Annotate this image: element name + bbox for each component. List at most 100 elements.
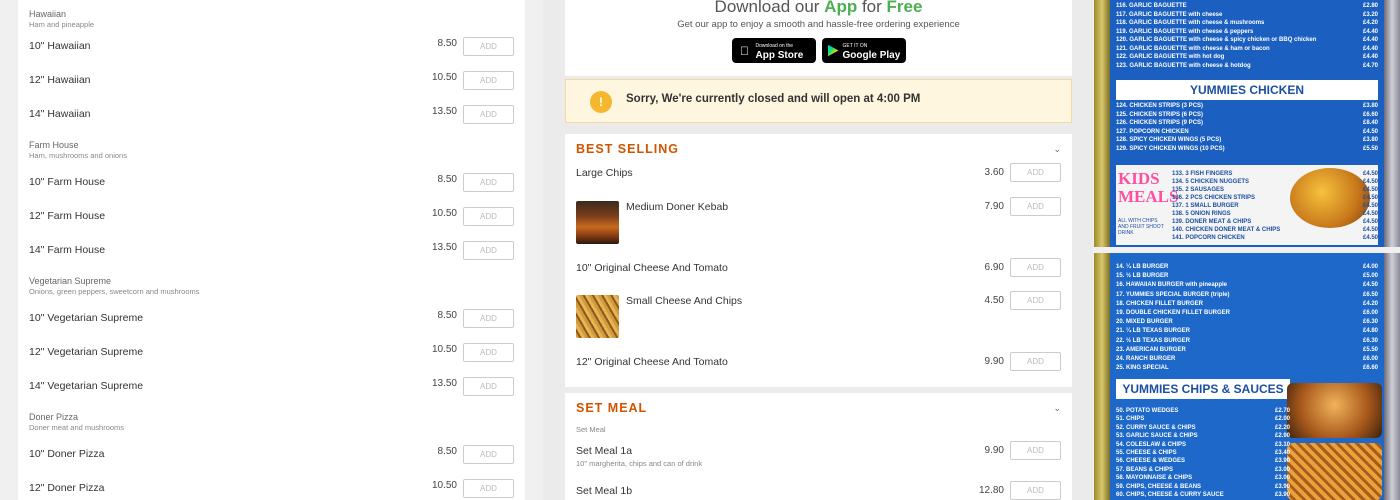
- menu-board-line-price: £2.20: [1274, 424, 1290, 431]
- menu-board-line: 53. GARLIC SAUCE & CHIPS £2.90: [1116, 432, 1290, 440]
- menu-board-line-text: 141. POPCORN CHICKEN: [1172, 235, 1245, 241]
- menu-board-line-price: £4.50: [1362, 179, 1378, 185]
- menu-board-line-price: £3.90: [1274, 458, 1290, 465]
- doner-kebab-image: [576, 201, 619, 244]
- menu-item: 14" Farm House 13.50 ADD: [29, 238, 514, 272]
- add-button[interactable]: ADD: [463, 173, 514, 192]
- add-button[interactable]: ADD: [463, 479, 514, 498]
- add-button[interactable]: ADD: [463, 71, 514, 90]
- menu-board-line-text: 52. CURRY SAUCE & CHIPS: [1116, 424, 1196, 431]
- set-meal-category-label: Set Meal: [576, 425, 606, 434]
- menu-board-line-price: £4.50: [1362, 203, 1378, 209]
- add-button[interactable]: ADD: [1010, 258, 1061, 277]
- menu-board-line: 58. MAYONNAISE & CHIPS £3.00: [1116, 474, 1290, 482]
- menu-board-line-price: £3.00: [1274, 466, 1290, 473]
- menu-board-line-text: 20. MIXED BURGER: [1116, 319, 1173, 326]
- set-meal-item-description: 10" margherita, chips and can of drink: [576, 459, 703, 468]
- menu-board-line-price: £6.00: [1362, 310, 1378, 316]
- chevron-down-icon[interactable]: ⌄: [1053, 144, 1061, 155]
- menu-board-line-price: £4.50: [1362, 187, 1378, 193]
- menu-group: Hawaiian Ham and pineapple 10" Hawaiian 8.5…: [18, 0, 525, 136]
- best-selling-item: Medium Doner Kebab 7.90 ADD: [576, 197, 1061, 249]
- menu-item-price: 13.50: [431, 242, 457, 253]
- add-button[interactable]: ADD: [463, 343, 514, 362]
- menu-board-line-text: 51. CHIPS: [1116, 416, 1145, 423]
- menu-item-name: 10" Vegetarian Supreme: [29, 312, 144, 324]
- app-promo-title-prefix: Download our: [714, 0, 825, 16]
- menu-board-line-text: 23. AMERICAN BURGER: [1116, 346, 1186, 353]
- google-play-button[interactable]: GET IT ON Google Play: [821, 38, 906, 63]
- menu-board-line-text: 133. 3 FISH FINGERS: [1172, 171, 1233, 177]
- add-button[interactable]: ADD: [463, 241, 514, 260]
- menu-board-line-text: 58. MAYONNAISE & CHIPS: [1116, 475, 1193, 482]
- app-promo-title-free: Free: [886, 0, 923, 16]
- menu-board-line-text: 55. CHEESE & CHIPS: [1116, 450, 1177, 456]
- chevron-down-icon[interactable]: ⌄: [1053, 403, 1061, 414]
- add-button[interactable]: ADD: [1010, 352, 1061, 371]
- menu-board-line: 137. 1 SMALL BURGER £4.50: [1172, 202, 1378, 210]
- menu-group-description: Doner meat and mushrooms: [29, 423, 125, 432]
- best-selling-title: BEST SELLING: [576, 142, 679, 156]
- menu-board-line: 54. COLESLAW & CHIPS £3.10: [1116, 441, 1290, 449]
- menu-board-line-price: £6.00: [1362, 356, 1378, 362]
- ordering-panel: Download our App for Free Get our app to…: [543, 0, 1093, 500]
- add-button[interactable]: ADD: [463, 37, 514, 56]
- menu-item-price: 13.50: [431, 106, 457, 117]
- best-selling-item-name: Medium Doner Kebab: [626, 201, 729, 213]
- menu-item: 10" Vegetarian Supreme 8.50 ADD: [29, 306, 514, 340]
- menu-board-line-text: 60. CHIPS, CHEESE & CURRY SAUCE: [1116, 492, 1224, 498]
- add-button[interactable]: ADD: [1010, 291, 1061, 310]
- add-button[interactable]: ADD: [1010, 481, 1061, 500]
- set-meal-item-name: Set Meal 1b: [576, 485, 633, 497]
- menu-item-name: 14" Hawaiian: [29, 108, 91, 120]
- best-selling-item: Small Cheese And Chips 4.50 ADD: [576, 291, 1061, 343]
- closed-notice-text: Sorry, We're currently closed and will o…: [626, 93, 921, 105]
- menu-board-line-price: £5.00: [1362, 273, 1378, 280]
- best-selling-item-price: 6.90: [984, 262, 1004, 273]
- menu-board-line-text: 139. DONER MEAT & CHIPS: [1172, 219, 1252, 225]
- menu-board-line-text: 136. 2 PCS CHICKEN STRIPS: [1172, 195, 1256, 201]
- add-button[interactable]: ADD: [463, 105, 514, 124]
- menu-board-line-price: £4.50: [1362, 211, 1378, 217]
- add-button[interactable]: ADD: [1010, 197, 1061, 216]
- menu-item-price: 8.50: [437, 446, 457, 457]
- best-selling-item-price: 3.60: [984, 167, 1004, 178]
- menu-group-header: Vegetarian Supreme Onions, green peppers,…: [29, 272, 514, 306]
- menu-board-line-price: £4.80: [1362, 328, 1378, 335]
- app-store-button[interactable]:  Download on the App Store: [731, 38, 816, 63]
- menu-board-line-text: 54. COLESLAW & CHIPS: [1116, 441, 1187, 448]
- add-button[interactable]: ADD: [463, 207, 514, 226]
- menu-group-title: Hawaiian: [29, 9, 67, 19]
- menu-board-line: 135. 2 SAUSAGES £4.50: [1172, 186, 1378, 194]
- add-button[interactable]: ADD: [1010, 441, 1061, 460]
- best-selling-item-name: 12" Original Cheese And Tomato: [576, 356, 728, 368]
- best-selling-item: Large Chips 3.60 ADD: [576, 163, 1061, 187]
- menu-board-line-text: 22. ½ LB TEXAS BURGER: [1116, 337, 1191, 344]
- add-button[interactable]: ADD: [463, 377, 514, 396]
- menu-board-line-text: 134. 5 CHICKEN NUGGETS: [1172, 179, 1250, 185]
- closed-notice: ! Sorry, We're currently closed and will…: [565, 79, 1072, 123]
- add-button[interactable]: ADD: [463, 309, 514, 328]
- menu-board-line: 20. MIXED BURGER £6.30: [1116, 318, 1378, 326]
- menu-item-name: 12" Hawaiian: [29, 74, 91, 86]
- best-selling-item: 12" Original Cheese And Tomato 9.90 ADD: [576, 352, 1061, 376]
- menu-group-description: Ham, mushrooms and onions: [29, 151, 127, 160]
- menu-item: 12" Farm House 10.50 ADD: [29, 204, 514, 238]
- menu-board-line-text: 53. GARLIC SAUCE & CHIPS: [1116, 433, 1198, 440]
- add-button[interactable]: ADD: [463, 445, 514, 464]
- chips-sauces-banner: YUMMIES CHIPS & SAUCES: [1116, 379, 1290, 399]
- menu-board-line-price: £2.70: [1274, 408, 1290, 414]
- menu-item: 10" Doner Pizza 8.50 ADD: [29, 442, 514, 476]
- menu-board-line: 23. AMERICAN BURGER £5.50: [1116, 346, 1378, 354]
- menu-board-line: 133. 3 FISH FINGERS £4.50: [1172, 170, 1378, 178]
- menu-item-price: 10.50: [431, 480, 457, 491]
- menu-board-line: 136. 2 PCS CHICKEN STRIPS £4.50: [1172, 194, 1378, 202]
- best-selling-item-price: 4.50: [984, 295, 1004, 306]
- set-meal-item-name: Set Meal 1a: [576, 445, 633, 457]
- add-button[interactable]: ADD: [1010, 163, 1061, 182]
- menu-board-line-price: £4.50: [1362, 235, 1378, 241]
- menu-item: 10" Farm House 8.50 ADD: [29, 170, 514, 204]
- app-store-big-text: App Store: [755, 49, 804, 61]
- app-promo-card: Download our App for Free Get our app to…: [565, 0, 1072, 76]
- menu-board-line-text: 56. CHEESE & WEDGES: [1116, 458, 1186, 465]
